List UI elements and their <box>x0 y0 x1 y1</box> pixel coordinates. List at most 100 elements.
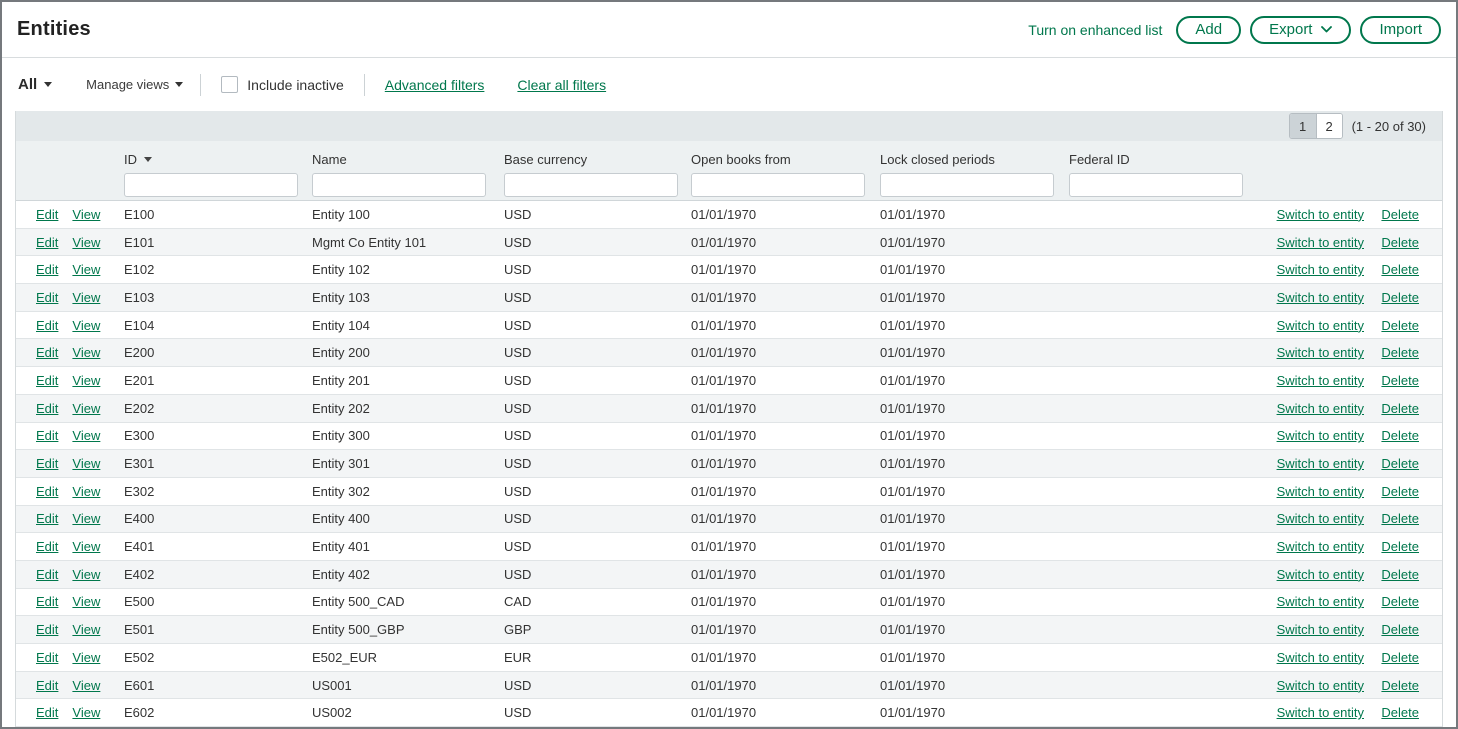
view-link[interactable]: View <box>72 428 100 443</box>
delete-link[interactable]: Delete <box>1381 511 1419 526</box>
edit-link[interactable]: Edit <box>36 262 58 277</box>
export-button[interactable]: Export <box>1250 16 1351 44</box>
open-books-from-filter-input[interactable] <box>691 173 865 197</box>
switch-to-entity-link[interactable]: Switch to entity <box>1277 622 1364 637</box>
import-button[interactable]: Import <box>1360 16 1441 44</box>
column-header-federal-id[interactable]: Federal ID <box>1069 152 1258 167</box>
delete-link[interactable]: Delete <box>1381 428 1419 443</box>
delete-link[interactable]: Delete <box>1381 401 1419 416</box>
switch-to-entity-link[interactable]: Switch to entity <box>1277 262 1364 277</box>
column-header-id[interactable]: ID <box>124 152 312 167</box>
view-link[interactable]: View <box>72 678 100 693</box>
view-link[interactable]: View <box>72 290 100 305</box>
delete-link[interactable]: Delete <box>1381 594 1419 609</box>
sort-desc-icon[interactable] <box>144 157 152 162</box>
delete-link[interactable]: Delete <box>1381 262 1419 277</box>
view-link[interactable]: View <box>72 456 100 471</box>
view-link[interactable]: View <box>72 567 100 582</box>
delete-link[interactable]: Delete <box>1381 650 1419 665</box>
delete-link[interactable]: Delete <box>1381 207 1419 222</box>
switch-to-entity-link[interactable]: Switch to entity <box>1277 318 1364 333</box>
switch-to-entity-link[interactable]: Switch to entity <box>1277 594 1364 609</box>
edit-link[interactable]: Edit <box>36 290 58 305</box>
switch-to-entity-link[interactable]: Switch to entity <box>1277 678 1364 693</box>
view-link[interactable]: View <box>72 594 100 609</box>
edit-link[interactable]: Edit <box>36 456 58 471</box>
switch-to-entity-link[interactable]: Switch to entity <box>1277 511 1364 526</box>
switch-to-entity-link[interactable]: Switch to entity <box>1277 705 1364 720</box>
delete-link[interactable]: Delete <box>1381 678 1419 693</box>
view-link[interactable]: View <box>72 401 100 416</box>
delete-link[interactable]: Delete <box>1381 290 1419 305</box>
delete-link[interactable]: Delete <box>1381 373 1419 388</box>
clear-all-filters-link[interactable]: Clear all filters <box>517 77 606 93</box>
base-currency-filter-input[interactable] <box>504 173 678 197</box>
id-filter-input[interactable] <box>124 173 298 197</box>
switch-to-entity-link[interactable]: Switch to entity <box>1277 428 1364 443</box>
view-link[interactable]: View <box>72 622 100 637</box>
edit-link[interactable]: Edit <box>36 345 58 360</box>
switch-to-entity-link[interactable]: Switch to entity <box>1277 484 1364 499</box>
switch-to-entity-link[interactable]: Switch to entity <box>1277 539 1364 554</box>
switch-to-entity-link[interactable]: Switch to entity <box>1277 345 1364 360</box>
view-selector-dropdown[interactable]: All <box>18 76 52 93</box>
column-header-name[interactable]: Name <box>312 152 504 167</box>
view-link[interactable]: View <box>72 650 100 665</box>
switch-to-entity-link[interactable]: Switch to entity <box>1277 290 1364 305</box>
edit-link[interactable]: Edit <box>36 207 58 222</box>
edit-link[interactable]: Edit <box>36 650 58 665</box>
delete-link[interactable]: Delete <box>1381 345 1419 360</box>
federal-id-filter-input[interactable] <box>1069 173 1243 197</box>
edit-link[interactable]: Edit <box>36 318 58 333</box>
delete-link[interactable]: Delete <box>1381 622 1419 637</box>
edit-link[interactable]: Edit <box>36 428 58 443</box>
delete-link[interactable]: Delete <box>1381 567 1419 582</box>
switch-to-entity-link[interactable]: Switch to entity <box>1277 401 1364 416</box>
edit-link[interactable]: Edit <box>36 705 58 720</box>
view-link[interactable]: View <box>72 262 100 277</box>
switch-to-entity-link[interactable]: Switch to entity <box>1277 650 1364 665</box>
edit-link[interactable]: Edit <box>36 484 58 499</box>
column-header-lock-closed-periods[interactable]: Lock closed periods <box>880 152 1069 167</box>
switch-to-entity-link[interactable]: Switch to entity <box>1277 373 1364 388</box>
switch-to-entity-link[interactable]: Switch to entity <box>1277 567 1364 582</box>
page-1-button[interactable]: 1 <box>1290 114 1316 138</box>
switch-to-entity-link[interactable]: Switch to entity <box>1277 207 1364 222</box>
view-link[interactable]: View <box>72 318 100 333</box>
add-button[interactable]: Add <box>1176 16 1241 44</box>
page-2-button[interactable]: 2 <box>1316 114 1342 138</box>
delete-link[interactable]: Delete <box>1381 539 1419 554</box>
delete-link[interactable]: Delete <box>1381 705 1419 720</box>
edit-link[interactable]: Edit <box>36 373 58 388</box>
include-inactive-control[interactable]: Include inactive <box>221 76 344 93</box>
view-link[interactable]: View <box>72 345 100 360</box>
include-inactive-checkbox[interactable] <box>221 76 238 93</box>
column-header-base-currency[interactable]: Base currency <box>504 152 691 167</box>
advanced-filters-link[interactable]: Advanced filters <box>385 77 485 93</box>
view-link[interactable]: View <box>72 511 100 526</box>
column-header-open-books-from[interactable]: Open books from <box>691 152 880 167</box>
delete-link[interactable]: Delete <box>1381 484 1419 499</box>
view-link[interactable]: View <box>72 235 100 250</box>
switch-to-entity-link[interactable]: Switch to entity <box>1277 456 1364 471</box>
delete-link[interactable]: Delete <box>1381 318 1419 333</box>
view-link[interactable]: View <box>72 207 100 222</box>
edit-link[interactable]: Edit <box>36 594 58 609</box>
edit-link[interactable]: Edit <box>36 401 58 416</box>
edit-link[interactable]: Edit <box>36 678 58 693</box>
view-link[interactable]: View <box>72 705 100 720</box>
turn-on-enhanced-list-link[interactable]: Turn on enhanced list <box>1028 22 1162 38</box>
view-link[interactable]: View <box>72 484 100 499</box>
view-link[interactable]: View <box>72 373 100 388</box>
manage-views-dropdown[interactable]: Manage views <box>86 77 183 92</box>
edit-link[interactable]: Edit <box>36 511 58 526</box>
name-filter-input[interactable] <box>312 173 486 197</box>
view-link[interactable]: View <box>72 539 100 554</box>
delete-link[interactable]: Delete <box>1381 235 1419 250</box>
lock-closed-periods-filter-input[interactable] <box>880 173 1054 197</box>
edit-link[interactable]: Edit <box>36 567 58 582</box>
edit-link[interactable]: Edit <box>36 235 58 250</box>
edit-link[interactable]: Edit <box>36 539 58 554</box>
edit-link[interactable]: Edit <box>36 622 58 637</box>
delete-link[interactable]: Delete <box>1381 456 1419 471</box>
